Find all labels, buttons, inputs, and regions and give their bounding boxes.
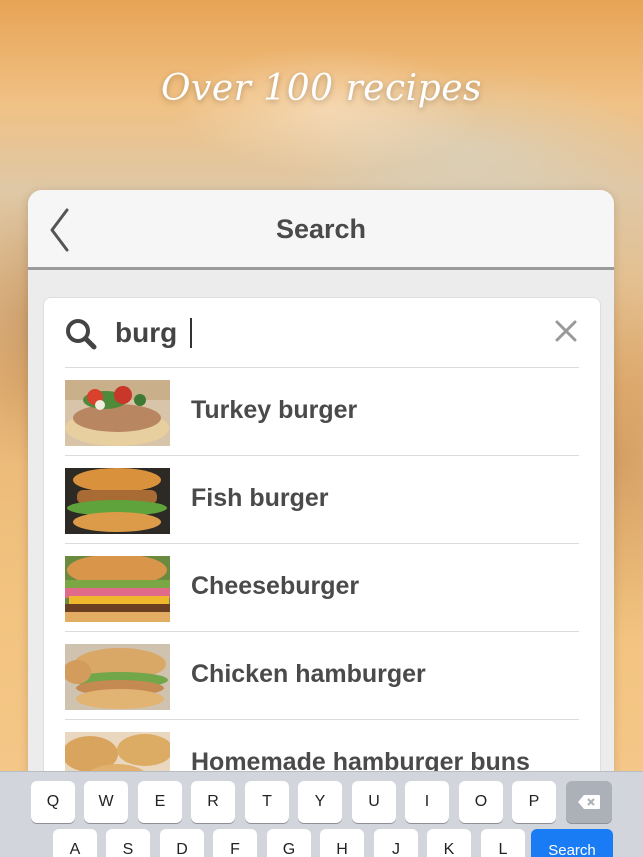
- key-r[interactable]: R: [191, 781, 235, 823]
- search-panel: Search burg Turkey burger Fish burger Ch…: [28, 190, 614, 857]
- list-item-label: Cheeseburger: [191, 572, 360, 600]
- key-p[interactable]: P: [512, 781, 556, 823]
- search-key[interactable]: Search: [531, 829, 613, 857]
- key-a[interactable]: A: [53, 829, 97, 857]
- key-e[interactable]: E: [138, 781, 182, 823]
- key-k[interactable]: K: [427, 829, 471, 857]
- chicken-hamburger-thumbnail: [65, 644, 170, 710]
- key-o[interactable]: O: [459, 781, 503, 823]
- page-title: Search: [275, 214, 367, 244]
- key-j[interactable]: J: [374, 829, 418, 857]
- key-f[interactable]: F: [213, 829, 257, 857]
- list-item[interactable]: Fish burger: [65, 456, 579, 544]
- list-item-label: Chicken hamburger: [191, 660, 426, 688]
- key-g[interactable]: G: [267, 829, 311, 857]
- key-t[interactable]: T: [245, 781, 289, 823]
- fish-burger-thumbnail: [65, 468, 170, 534]
- key-w[interactable]: W: [84, 781, 128, 823]
- list-item-label: Fish burger: [191, 484, 329, 512]
- search-input[interactable]: [115, 314, 495, 352]
- results-list: Turkey burger Fish burger Cheeseburger C…: [65, 368, 579, 808]
- key-u[interactable]: U: [352, 781, 396, 823]
- on-screen-keyboard: Q W E R T Y U I O P A S D F G H J K L Se…: [0, 771, 643, 857]
- search-bar: [65, 298, 579, 368]
- key-s[interactable]: S: [106, 829, 150, 857]
- text-caret: [190, 318, 192, 348]
- list-item[interactable]: Chicken hamburger: [65, 632, 579, 720]
- promo-headline: Over 100 recipes: [161, 68, 482, 109]
- key-d[interactable]: D: [160, 829, 204, 857]
- key-y[interactable]: Y: [298, 781, 342, 823]
- key-i[interactable]: I: [405, 781, 449, 823]
- backspace-key[interactable]: [566, 781, 612, 823]
- list-item[interactable]: Turkey burger: [65, 368, 579, 456]
- key-q[interactable]: Q: [31, 781, 75, 823]
- cheeseburger-thumbnail: [65, 556, 170, 622]
- backspace-icon: [578, 795, 600, 809]
- key-h[interactable]: H: [320, 829, 364, 857]
- key-l[interactable]: L: [481, 829, 525, 857]
- turkey-burger-thumbnail: [65, 380, 170, 446]
- navigation-bar: Search: [28, 190, 614, 270]
- close-icon[interactable]: [555, 320, 577, 342]
- list-item-label: Turkey burger: [191, 396, 358, 424]
- search-icon: [66, 319, 97, 350]
- list-item[interactable]: Cheeseburger: [65, 544, 579, 632]
